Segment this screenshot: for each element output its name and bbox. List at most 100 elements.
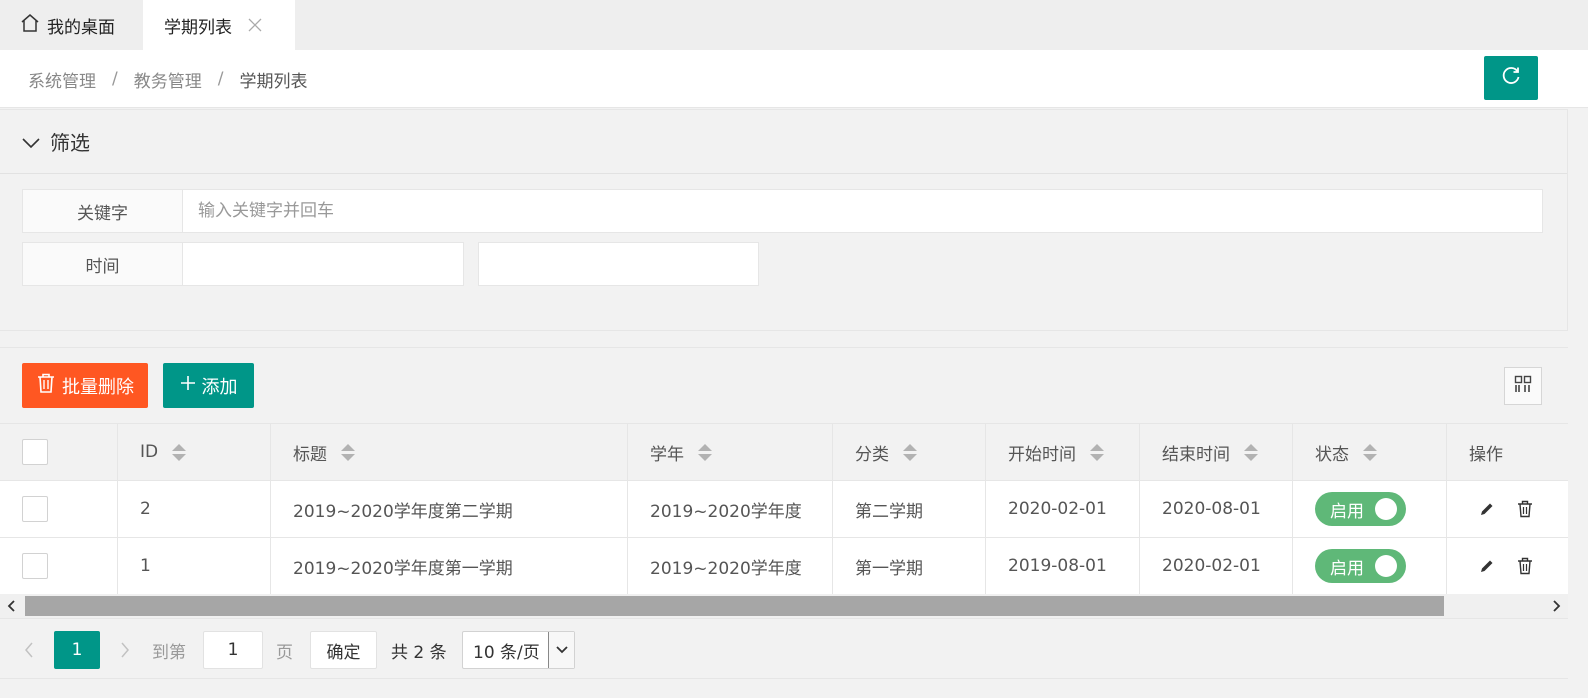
breadcrumb: 系统管理 / 教务管理 / 学期列表	[28, 50, 307, 108]
page-size-select[interactable]: 10 条/页	[462, 631, 575, 669]
col-year[interactable]: 学年	[628, 424, 833, 480]
col-status-label: 状态	[1315, 444, 1349, 465]
semester-table: ID 标题 学年 分类 开始时间 结束时间 状态 操作 2 2019~2020学…	[0, 423, 1568, 595]
col-category-label: 分类	[855, 444, 889, 465]
home-icon	[20, 13, 47, 38]
keyword-row: 关键字	[22, 189, 1543, 233]
time-row: 时间	[22, 242, 759, 286]
time-end-input[interactable]	[478, 242, 759, 286]
cell-actions	[1447, 538, 1568, 594]
col-year-label: 学年	[650, 444, 684, 465]
refresh-button[interactable]	[1484, 56, 1538, 100]
status-switch[interactable]: 启用	[1315, 549, 1406, 583]
filter-panel: 筛选 关键字 时间	[0, 109, 1568, 331]
confirm-button[interactable]: 确定	[310, 631, 377, 669]
pagination: 1 到第 1 页 确定 共 2 条 10 条/页	[0, 618, 1568, 679]
sort-icon[interactable]	[341, 443, 355, 461]
row-checkbox[interactable]	[22, 496, 48, 522]
sort-icon[interactable]	[1363, 443, 1377, 461]
close-icon[interactable]	[248, 18, 262, 32]
cell-end: 2020-08-01	[1140, 481, 1293, 537]
col-title[interactable]: 标题	[271, 424, 628, 480]
time-label: 时间	[22, 242, 183, 286]
add-label: 添加	[201, 376, 238, 398]
horizontal-scrollbar[interactable]	[0, 594, 1568, 618]
table-row: 2 2019~2020学年度第二学期 2019~2020学年度 第二学期 202…	[0, 481, 1568, 538]
prev-page-icon[interactable]	[14, 631, 44, 669]
scrollbar-thumb[interactable]	[25, 596, 1444, 616]
col-start-label: 开始时间	[1008, 444, 1076, 465]
row-checkbox-cell	[0, 481, 118, 537]
col-category[interactable]: 分类	[833, 424, 986, 480]
scroll-left-icon[interactable]	[0, 594, 24, 618]
tab-bar: 我的桌面 学期列表	[0, 0, 1588, 50]
plus-icon	[180, 375, 202, 396]
delete-icon[interactable]	[1517, 557, 1533, 575]
table-toolbar: 批量删除 添加	[0, 347, 1568, 423]
goto-label: 到第	[152, 642, 186, 663]
time-start-input[interactable]	[183, 242, 464, 286]
refresh-icon	[1500, 65, 1522, 92]
cell-id: 1	[118, 538, 271, 594]
cell-status: 启用	[1293, 481, 1447, 537]
table-row: 1 2019~2020学年度第一学期 2019~2020学年度 第一学期 201…	[0, 538, 1568, 595]
tab-semester-list[interactable]: 学期列表	[143, 0, 295, 50]
sort-icon[interactable]	[903, 443, 917, 461]
col-id[interactable]: ID	[118, 424, 271, 480]
page-number-current[interactable]: 1	[54, 631, 100, 669]
col-status[interactable]: 状态	[1293, 424, 1447, 480]
status-switch[interactable]: 启用	[1315, 492, 1406, 526]
delete-icon[interactable]	[1517, 500, 1533, 518]
cell-category: 第一学期	[833, 538, 986, 594]
select-all-checkbox[interactable]	[22, 439, 48, 465]
cell-status: 启用	[1293, 538, 1447, 594]
cell-title: 2019~2020学年度第二学期	[271, 481, 628, 537]
table-header: ID 标题 学年 分类 开始时间 结束时间 状态 操作	[0, 424, 1568, 481]
page-label: 页	[276, 642, 293, 663]
sort-icon[interactable]	[1090, 443, 1104, 461]
tab-home-label: 我的桌面	[47, 17, 115, 38]
edit-icon[interactable]	[1479, 558, 1495, 574]
cell-category: 第二学期	[833, 481, 986, 537]
chevron-down-icon	[548, 632, 574, 668]
filter-header[interactable]: 筛选	[0, 110, 1567, 174]
col-end-label: 结束时间	[1162, 444, 1230, 465]
row-checkbox[interactable]	[22, 553, 48, 579]
filter-title: 筛选	[50, 131, 90, 155]
breadcrumb-separator: /	[217, 69, 224, 89]
sort-icon[interactable]	[1244, 443, 1258, 461]
scroll-right-icon[interactable]	[1544, 594, 1568, 618]
keyword-label: 关键字	[22, 189, 183, 233]
edit-icon[interactable]	[1479, 501, 1495, 517]
row-checkbox-cell	[0, 538, 118, 594]
cell-year: 2019~2020学年度	[628, 538, 833, 594]
tab-home[interactable]: 我的桌面	[0, 0, 143, 50]
switch-knob	[1375, 498, 1397, 520]
chevron-down-icon	[22, 130, 50, 154]
sort-icon[interactable]	[172, 443, 187, 461]
add-button[interactable]: 添加	[163, 363, 254, 408]
col-id-label: ID	[140, 442, 159, 462]
cell-actions	[1447, 481, 1568, 537]
breadcrumb-academic[interactable]: 教务管理	[134, 67, 202, 92]
status-switch-label: 启用	[1330, 501, 1364, 522]
col-end[interactable]: 结束时间	[1140, 424, 1293, 480]
col-start[interactable]: 开始时间	[986, 424, 1140, 480]
cell-end: 2020-02-01	[1140, 538, 1293, 594]
goto-page-input[interactable]: 1	[203, 631, 263, 669]
header-checkbox-cell	[0, 424, 118, 480]
keyword-input[interactable]	[183, 189, 1543, 233]
breadcrumb-separator: /	[112, 69, 118, 89]
cell-start: 2020-02-01	[986, 481, 1140, 537]
breadcrumb-system[interactable]: 系统管理	[28, 67, 96, 92]
next-page-icon[interactable]	[110, 631, 140, 669]
column-filter-button[interactable]	[1504, 367, 1542, 405]
col-title-label: 标题	[293, 444, 327, 465]
batch-delete-button[interactable]: 批量删除	[22, 363, 148, 408]
sort-icon[interactable]	[698, 443, 712, 461]
columns-icon	[1514, 375, 1532, 398]
cell-year: 2019~2020学年度	[628, 481, 833, 537]
col-actions-label: 操作	[1469, 444, 1503, 465]
total-count: 共 2 条	[391, 642, 447, 663]
col-actions: 操作	[1447, 424, 1568, 480]
